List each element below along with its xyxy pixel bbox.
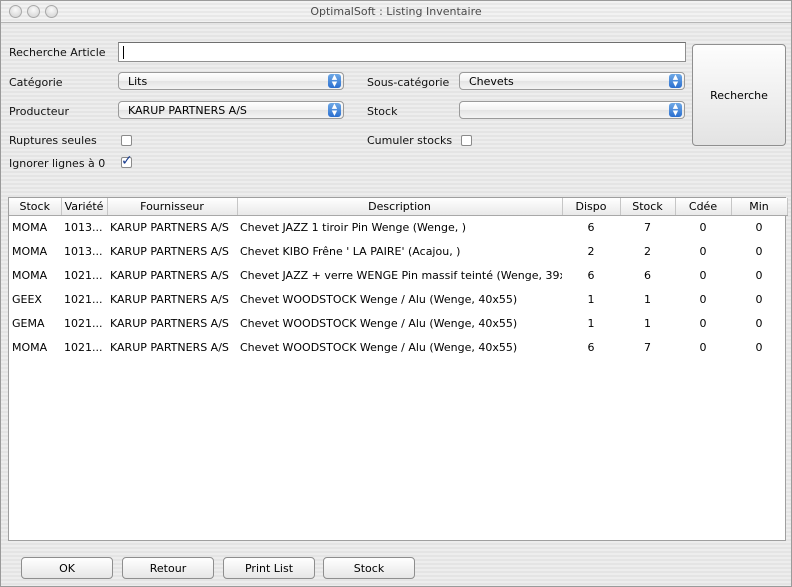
table-header-row: Stock Variété Fournisseur Description Di… — [9, 198, 788, 216]
cell-stock: MOMA — [12, 268, 48, 282]
stock-select[interactable]: ▲ ▼ — [459, 101, 685, 119]
cell-cdee: 0 — [699, 244, 707, 258]
updown-arrows-icon: ▲ ▼ — [669, 103, 682, 117]
cell-variete: 1021... — [64, 340, 103, 354]
check-icon: ✓ — [121, 153, 133, 169]
column-header-description[interactable]: Description — [237, 198, 563, 216]
table-row[interactable]: MOMA 1021... KARUP PARTNERS A/S Chevet W… — [9, 335, 787, 359]
cell-description: Chevet WOODSTOCK Wenge / Alu (Wenge, 40x… — [240, 340, 518, 354]
cell-fournisseur: KARUP PARTNERS A/S — [110, 244, 229, 258]
table-row[interactable]: MOMA 1013... KARUP PARTNERS A/S Chevet K… — [9, 239, 787, 263]
cell-stock-qty: 1 — [644, 316, 651, 330]
updown-arrows-icon: ▲ ▼ — [328, 103, 341, 117]
producteur-select[interactable]: KARUP PARTNERS A/S ▲ ▼ — [118, 101, 344, 119]
cell-cdee: 0 — [699, 268, 707, 282]
retour-button[interactable]: Retour — [122, 557, 214, 579]
cell-fournisseur: KARUP PARTNERS A/S — [110, 340, 229, 354]
window-title: OptimalSoft : Listing Inventaire — [310, 5, 482, 18]
cell-description: Chevet WOODSTOCK Wenge / Alu (Wenge, 40x… — [240, 292, 518, 306]
ignorer-lignes-label: Ignorer lignes à 0 — [9, 157, 106, 170]
stock-button[interactable]: Stock — [323, 557, 415, 579]
categorie-label: Catégorie — [9, 76, 63, 89]
print-list-button[interactable]: Print List — [223, 557, 315, 579]
column-header-min[interactable]: Min — [731, 198, 788, 216]
table-row[interactable]: GEMA 1021... KARUP PARTNERS A/S Chevet W… — [9, 311, 787, 335]
cell-description: Chevet JAZZ + verre WENGE Pin massif tei… — [240, 268, 562, 282]
main-window: OptimalSoft : Listing Inventaire Recherc… — [0, 0, 792, 587]
column-header-dispo[interactable]: Dispo — [562, 198, 621, 216]
column-header-stock-qty[interactable]: Stock — [620, 198, 676, 216]
ignorer-lignes-checkbox[interactable]: ✓ — [121, 153, 133, 169]
recherche-article-label: Recherche Article — [9, 46, 106, 59]
recherche-article-input[interactable] — [118, 42, 686, 62]
table-row[interactable]: GEEX 1021... KARUP PARTNERS A/S Chevet W… — [9, 287, 787, 311]
column-header-cdee[interactable]: Cdée — [675, 198, 732, 216]
cell-cdee: 0 — [699, 220, 707, 234]
cell-dispo: 2 — [587, 244, 595, 258]
cell-min: 0 — [755, 220, 763, 234]
cell-variete: 1021... — [64, 268, 103, 282]
categorie-select[interactable]: Lits ▲ ▼ — [118, 72, 344, 90]
cell-cdee: 0 — [699, 292, 707, 306]
cell-min: 0 — [755, 316, 763, 330]
sous-categorie-value: Chevets — [469, 75, 514, 88]
cell-stock: GEMA — [12, 316, 45, 330]
cell-cdee: 0 — [699, 340, 707, 354]
cell-stock: MOMA — [12, 340, 48, 354]
cell-stock-qty: 6 — [644, 268, 651, 282]
cell-description: Chevet KIBO Frêne ' LA PAIRE' (Acajou, ) — [240, 244, 461, 258]
cell-min: 0 — [755, 292, 763, 306]
cell-variete: 1013... — [64, 244, 103, 258]
table-row[interactable]: MOMA 1013... KARUP PARTNERS A/S Chevet J… — [9, 215, 787, 239]
categorie-value: Lits — [128, 75, 148, 88]
producteur-value: KARUP PARTNERS A/S — [128, 104, 247, 117]
text-caret — [123, 46, 124, 59]
cell-description: Chevet JAZZ 1 tiroir Pin Wenge (Wenge, ) — [240, 220, 467, 234]
cell-cdee: 0 — [699, 316, 707, 330]
cell-min: 0 — [755, 340, 763, 354]
cell-stock-qty: 2 — [644, 244, 651, 258]
cumuler-stocks-checkbox[interactable] — [461, 135, 472, 146]
table-row[interactable]: MOMA 1021... KARUP PARTNERS A/S Chevet J… — [9, 263, 787, 287]
cell-variete: 1021... — [64, 292, 103, 306]
producteur-label: Producteur — [9, 105, 70, 118]
sous-categorie-label: Sous-catégorie — [367, 76, 450, 89]
column-header-fournisseur[interactable]: Fournisseur — [107, 198, 238, 216]
updown-arrows-icon: ▲ ▼ — [669, 74, 682, 88]
cell-fournisseur: KARUP PARTNERS A/S — [110, 268, 229, 282]
recherche-button[interactable]: Recherche — [692, 44, 786, 146]
cell-stock-qty: 7 — [644, 220, 651, 234]
ruptures-seules-checkbox[interactable] — [121, 135, 132, 146]
cell-variete: 1021... — [64, 316, 103, 330]
ruptures-seules-label: Ruptures seules — [9, 134, 97, 147]
cell-stock: MOMA — [12, 220, 48, 234]
sous-categorie-select[interactable]: Chevets ▲ ▼ — [459, 72, 685, 90]
cell-stock-qty: 7 — [644, 340, 651, 354]
cell-fournisseur: KARUP PARTNERS A/S — [110, 316, 229, 330]
cell-stock-qty: 1 — [644, 292, 651, 306]
cell-min: 0 — [755, 244, 763, 258]
cell-fournisseur: KARUP PARTNERS A/S — [110, 220, 229, 234]
cumuler-stocks-label: Cumuler stocks — [367, 134, 453, 147]
cell-stock: GEEX — [12, 292, 42, 306]
title-bar: OptimalSoft : Listing Inventaire — [1, 1, 791, 23]
column-header-stock[interactable]: Stock — [9, 198, 62, 216]
cell-variete: 1013... — [64, 220, 103, 234]
cell-description: Chevet WOODSTOCK Wenge / Alu (Wenge, 40x… — [240, 316, 518, 330]
ok-button[interactable]: OK — [21, 557, 113, 579]
cell-dispo: 6 — [587, 220, 595, 234]
inventory-table[interactable]: Stock Variété Fournisseur Description Di… — [8, 197, 788, 541]
cell-dispo: 1 — [587, 316, 595, 330]
column-header-variete[interactable]: Variété — [61, 198, 108, 216]
cell-dispo: 6 — [587, 340, 595, 354]
stock-label: Stock — [367, 105, 398, 118]
updown-arrows-icon: ▲ ▼ — [328, 74, 341, 88]
cell-dispo: 1 — [587, 292, 595, 306]
cell-min: 0 — [755, 268, 763, 282]
cell-dispo: 6 — [587, 268, 595, 282]
cell-stock: MOMA — [12, 244, 48, 258]
cell-fournisseur: KARUP PARTNERS A/S — [110, 292, 229, 306]
